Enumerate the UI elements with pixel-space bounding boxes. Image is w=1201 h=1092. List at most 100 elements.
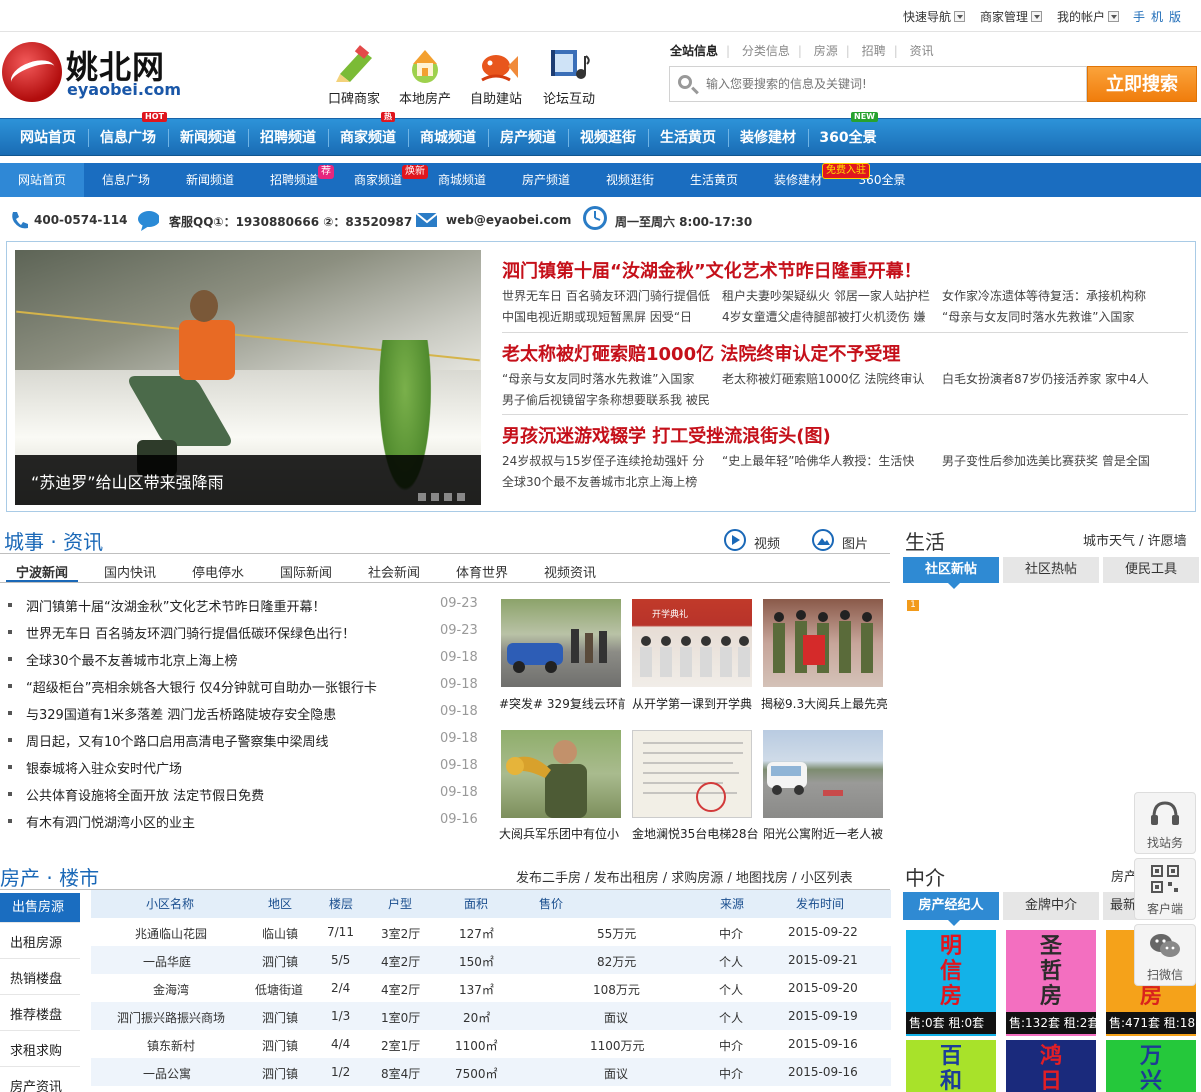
tab-hot-projects[interactable]: 热销楼盘 [0,965,80,995]
search-tab-news[interactable]: 资讯 [910,44,934,58]
headline-sub-link[interactable]: 中国电视近期或现短暂黑屏 因受“日 [502,308,692,325]
nav-news[interactable]: 新闻频道 [168,119,248,157]
news-thumbnail[interactable]: 开学典礼 [632,599,752,687]
thumbnail-caption[interactable]: #突发# 329复线云环前 [499,695,625,712]
tab-agents[interactable]: 房产经纪人 [903,892,999,920]
float-support[interactable]: 找站务 [1134,792,1196,854]
tab-video-news[interactable]: 视频资讯 [544,562,596,581]
headline-sub-link[interactable]: “史上最年轻”哈佛华人教授：生活快 [722,452,914,469]
quick-link-site-builder[interactable]: 自助建站 [464,44,528,107]
property-links[interactable]: 发布二手房 / 发布出租房 / 求购房源 / 地图找房 / 小区列表 [516,867,853,886]
float-client[interactable]: 客户端 [1134,858,1196,920]
news-thumbnail[interactable] [501,730,621,818]
search-tab-housing[interactable]: 房源 [814,44,838,58]
thumbnail-caption[interactable]: 从开学第一课到开学典 [632,695,758,712]
headline-sub-link[interactable]: 24岁叔叔与15岁侄子连续抢劫强奸 分 [502,452,704,469]
news-title[interactable]: “超级柜台”亮相余姚各大银行 仅4分钟就可自助办一张银行卡 [26,677,377,696]
tab-wanted[interactable]: 求租求购 [0,1037,80,1067]
thumbnail-caption[interactable]: 阳光公寓附近一老人被 [763,825,889,842]
subnav-yellow-pages[interactable]: 生活黄页 [672,163,756,197]
cell-community[interactable]: 一品公寓 [143,1065,191,1082]
cell-community[interactable]: 兆通临山花园 [135,925,207,942]
tab-community-new[interactable]: 社区新帖 [903,557,999,583]
tab-for-rent[interactable]: 出租房源 [0,929,80,959]
cell-community[interactable]: 一品华庭 [143,953,191,970]
headline-sub-link[interactable]: 老太称被灯砸索赔1000亿 法院终审认 [722,370,924,387]
news-title[interactable]: 世界无车日 百名骑友环泗门骑行提倡低碳环保绿色出行！ [26,623,355,642]
video-link[interactable]: 视频 [754,533,780,552]
thumbnail-caption[interactable]: 大阅兵军乐团中有位小 [499,825,625,842]
nav-decoration[interactable]: 装修建材 [728,119,808,157]
tab-property-news[interactable]: 房产资讯 [0,1073,80,1092]
agent-card[interactable]: 明信房 售:0套 租:0套 [906,930,996,1036]
tab-ningbo-news[interactable]: 宁波新闻 [16,562,68,581]
nav-yellow-pages[interactable]: 生活黄页 [648,119,728,157]
headline-title-2[interactable]: 老太称被灯砸索赔1000亿 法院终审认定不予受理 [502,340,900,366]
cell-community[interactable]: 泗门振兴路振兴商场 [117,1009,225,1026]
subnav-video[interactable]: 视频逛街 [588,163,672,197]
quick-link-merchants[interactable]: 口碑商家 [322,44,386,107]
subnav-info-square[interactable]: 信息广场 [84,163,168,197]
headline-sub-link[interactable]: 男子变性后参加选美比赛获奖 曾是全国 [942,452,1150,469]
tab-international[interactable]: 国际新闻 [280,562,332,581]
thumbnail-caption[interactable]: 揭秘9.3大阅兵上最先亮 [761,695,887,712]
tab-society[interactable]: 社会新闻 [368,562,420,581]
headline-sub-link[interactable]: 全球30个最不友善城市北京上海上榜 [502,473,697,490]
tab-for-sale[interactable]: 出售房源 [0,893,80,923]
tab-sports[interactable]: 体育世界 [456,562,508,581]
account-menu[interactable]: 我的帐户 [1057,8,1120,25]
news-title[interactable]: 周日起，又有10个路口启用高清电子警察集中梁周线 [26,731,329,750]
mobile-version-link[interactable]: 手机版 [1133,8,1187,25]
subnav-mall[interactable]: 商城频道 [420,163,504,197]
table-row[interactable]: 一品公寓 泗门镇 1/2 8室4厅 7500㎡ 面议 中介 2015-09-16 [91,1058,891,1086]
slideshow-dots[interactable] [413,490,465,504]
table-row[interactable]: 金海湾 低塘街道 2/4 4室2厅 137㎡ 108万元 个人 2015-09-20 [91,974,891,1002]
table-row[interactable]: 一品华庭 泗门镇 5/5 4室2厅 150㎡ 82万元 个人 2015-09-21 [91,946,891,974]
nav-merchants[interactable]: 商家频道 [328,119,408,157]
headline-sub-link[interactable]: 男子偷后视镜留字条称想要联系我 被民 [502,391,710,408]
table-row[interactable]: 镇东新村 泗门镇 4/4 2室1厅 1100㎡ 1100万元 中介 2015-09-16 [91,1030,891,1058]
news-thumbnail[interactable] [763,730,883,818]
tab-tools[interactable]: 便民工具 [1103,557,1199,583]
headline-photo[interactable]: “苏迪罗”给山区带来强降雨 [15,250,481,505]
news-title[interactable]: 泗门镇第十届“汝湖金秋”文化艺术节昨日隆重开幕！ [26,596,325,615]
search-button[interactable]: 立即搜索 [1087,66,1197,102]
headline-title-1[interactable]: 泗门镇第十届“汝湖金秋”文化艺术节昨日隆重开幕！ [502,257,922,283]
cell-community[interactable]: 金海湾 [153,981,189,998]
nav-property[interactable]: 房产频道 [488,119,568,157]
subnav-news[interactable]: 新闻频道 [168,163,252,197]
headline-title-3[interactable]: 男孩沉迷游戏辍学 打工受挫流浪街头(图) [502,422,831,448]
search-input[interactable] [706,75,1076,93]
table-row[interactable]: 泗门振兴路振兴商场 泗门镇 1/3 1室0厅 20㎡ 面议 个人 2015-09-19 [91,1002,891,1030]
headline-sub-link[interactable]: 世界无车日 百名骑友环泗门骑行提倡低 [502,287,710,304]
news-title[interactable]: 与329国道有1米多落差 泗门龙舌桥路陡坡存安全隐患 [26,704,336,723]
tab-gold-agency[interactable]: 金牌中介 [1003,892,1099,920]
news-title[interactable]: 全球30个最不友善城市北京上海上榜 [26,650,238,669]
search-tab-all[interactable]: 全站信息 [670,44,718,58]
headline-sub-link[interactable]: 租户夫妻吵架疑纵火 邻居一家人站护栏 [722,287,930,304]
quick-nav-menu[interactable]: 快速导航 [903,8,966,25]
tab-community-hot[interactable]: 社区热帖 [1003,557,1099,583]
site-logo[interactable]: 姚北网 eyaobei.com [0,38,181,104]
quick-link-property[interactable]: 本地房产 [393,44,457,107]
nav-home[interactable]: 网站首页 [8,119,88,157]
nav-360[interactable]: 360全景 [808,119,888,157]
merchant-menu[interactable]: 商家管理 [980,8,1043,25]
headline-sub-link[interactable]: 4岁女童遭父虐待腿部被打火机烫伤 嫌 [722,308,925,325]
news-title[interactable]: 有木有泗门悦湖湾小区的业主 [26,812,195,831]
agent-card[interactable]: 万兴 [1106,1040,1196,1092]
subnav-property[interactable]: 房产频道 [504,163,588,197]
table-row[interactable]: 兆通临山花园 临山镇 7/11 3室2厅 127㎡ 55万元 中介 2015-09-22 [91,918,891,946]
weather-wish-links[interactable]: 城市天气 / 许愿墙 [1083,530,1187,549]
headline-sub-link[interactable]: 女作家冷冻遗体等待复活：承接机构称 [942,287,1146,304]
nav-jobs[interactable]: 招聘频道 [248,119,328,157]
quick-link-forum[interactable]: 论坛互动 [537,44,601,107]
news-thumbnail[interactable] [632,730,752,818]
tab-domestic[interactable]: 国内快讯 [104,562,156,581]
nav-video[interactable]: 视频逛街 [568,119,648,157]
news-thumbnail[interactable] [501,599,621,687]
news-thumbnail[interactable] [763,599,883,687]
agent-card[interactable]: 鸿日 [1006,1040,1096,1092]
nav-info-square[interactable]: 信息广场 [88,119,168,157]
tab-outage[interactable]: 停电停水 [192,562,244,581]
